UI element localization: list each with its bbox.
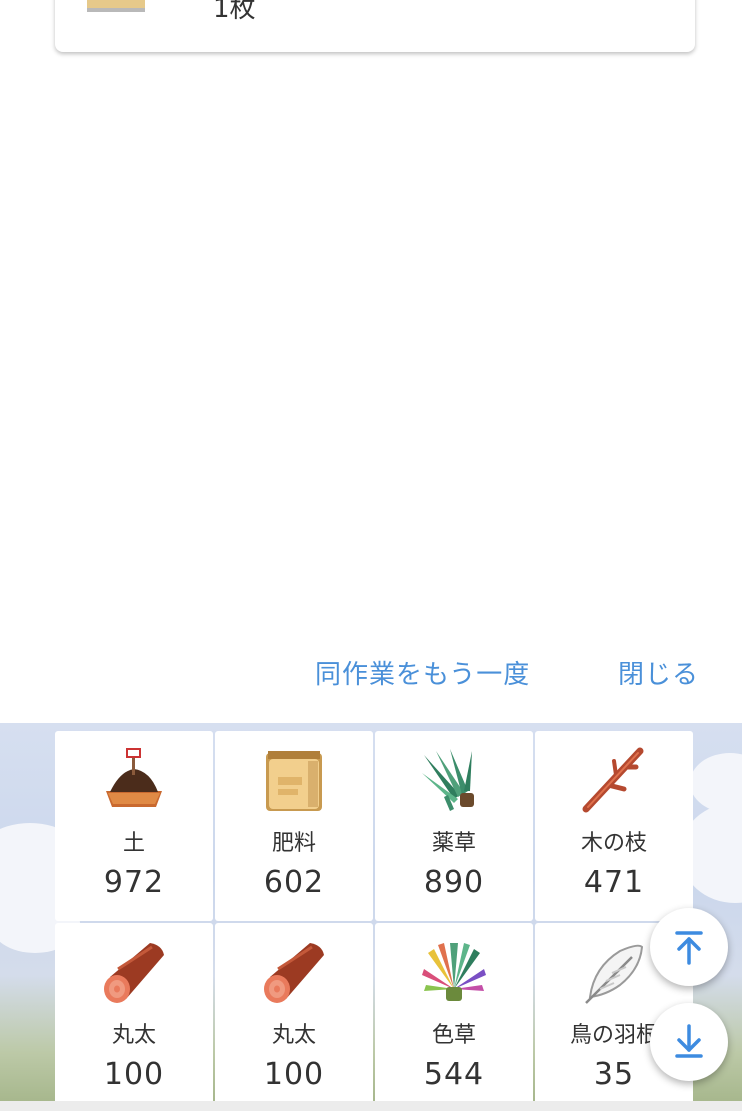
repeat-work-button[interactable]: 同作業をもう一度 xyxy=(315,654,530,691)
item-name: 色草 xyxy=(431,1023,476,1048)
reward-count: 1枚 xyxy=(213,0,256,24)
arrow-down-to-bottom-icon xyxy=(675,1024,703,1058)
item-card[interactable]: 木の枝 471 xyxy=(535,731,693,921)
item-card[interactable]: 土 972 xyxy=(55,731,213,921)
item-name: 土 xyxy=(122,831,145,856)
close-button[interactable]: 閉じる xyxy=(618,654,699,691)
scroll-to-bottom-button[interactable] xyxy=(650,1003,728,1081)
item-card[interactable]: 肥料 602 xyxy=(215,731,373,921)
herb-icon xyxy=(422,749,474,811)
item-count: 544 xyxy=(423,1057,485,1092)
bottom-bar xyxy=(0,1101,742,1111)
item-name: 丸太 xyxy=(271,1023,316,1048)
inventory-panel: 土 972 肥料 602 薬草 890 木の枝 471 丸太 100 丸太 10… xyxy=(0,723,742,1111)
background-cloud xyxy=(690,753,742,813)
scroll-to-top-button[interactable] xyxy=(650,908,728,986)
item-count: 471 xyxy=(583,865,645,900)
item-count: 100 xyxy=(103,1057,165,1092)
soil-icon xyxy=(106,748,162,807)
item-name: 丸太 xyxy=(111,1023,156,1048)
item-card[interactable]: 丸太 100 xyxy=(55,923,213,1111)
item-card[interactable]: 薬草 890 xyxy=(375,731,533,921)
item-card[interactable]: 色草 544 xyxy=(375,923,533,1111)
log-icon xyxy=(264,943,324,1003)
item-name: 薬草 xyxy=(431,831,476,856)
ticket-icon xyxy=(87,0,145,12)
colorful-grass-icon xyxy=(422,943,486,1001)
item-name: 木の枝 xyxy=(580,831,647,856)
item-count: 602 xyxy=(263,865,325,900)
item-count: 972 xyxy=(103,865,165,900)
item-card[interactable]: 丸太 100 xyxy=(215,923,373,1111)
reward-card: 1枚 xyxy=(55,0,695,52)
feather-icon xyxy=(585,944,644,1004)
item-count: 100 xyxy=(263,1057,325,1092)
item-count: 890 xyxy=(423,865,485,900)
arrow-up-to-top-icon xyxy=(675,931,703,965)
log-icon xyxy=(104,943,164,1003)
item-name: 肥料 xyxy=(271,831,316,856)
item-grid: 土 972 肥料 602 薬草 890 木の枝 471 丸太 100 丸太 10… xyxy=(55,731,695,1111)
fertilizer-icon xyxy=(266,751,322,811)
branch-icon xyxy=(582,747,644,813)
result-actions: 同作業をもう一度 閉じる xyxy=(0,650,742,690)
